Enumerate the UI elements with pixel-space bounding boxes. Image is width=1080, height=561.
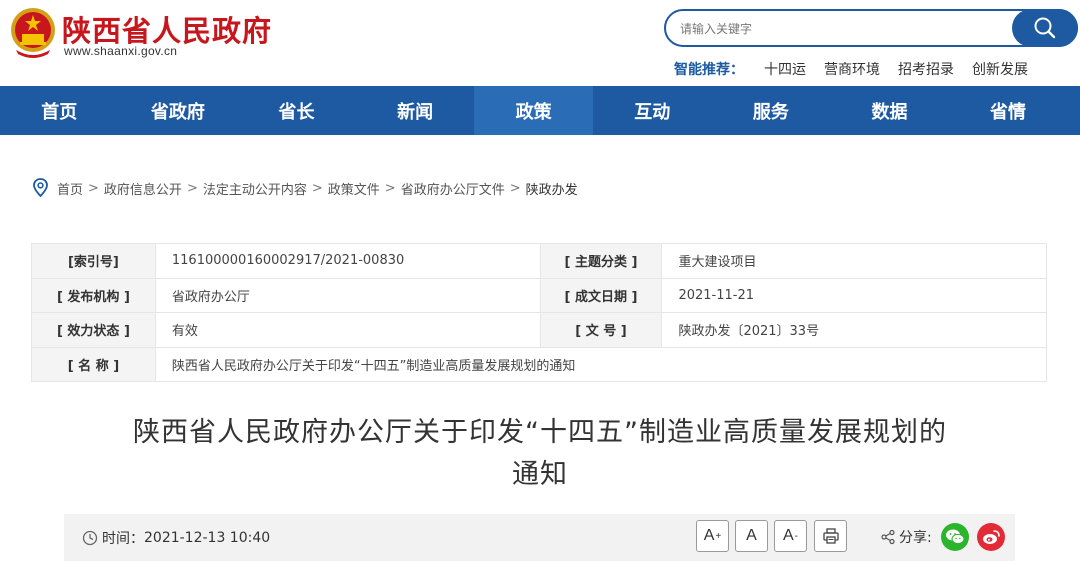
table-row: [ 效力状态 ] 有效 [ 文 号 ] 陕政办发〔2021〕33号 [31,312,1047,348]
breadcrumb-separator: > [509,180,521,196]
main-nav: 首页 省政府 省长 新闻 政策 互动 服务 数据 省情 [0,86,1080,135]
article-title: 陕西省人民政府办公厅关于印发“十四五”制造业高质量发展规划的 通知 [80,412,1000,496]
smart-recommend-label: 智能推荐： [674,62,744,78]
table-row: [ 发布机构 ] 省政府办公厅 [ 成文日期 ] 2021-11-21 [31,277,1047,313]
font-larger-label: A [703,527,715,544]
topic-category-value: 重大建设项目 [661,243,1047,279]
search-icon [1034,17,1056,39]
nav-item-news[interactable]: 新闻 [356,86,475,135]
breadcrumb-gov-info[interactable]: 政府信息公开 [104,179,182,198]
smart-link-business-environment[interactable]: 营商环境 [824,59,880,79]
font-normal-button[interactable]: A [735,520,768,552]
nav-item-provincial-government[interactable]: 省政府 [119,86,238,135]
share-icon [881,529,895,545]
font-normal-label: A [746,527,757,544]
publish-time-label: 时间： [102,531,144,547]
share-wechat-button[interactable] [941,523,969,551]
breadcrumb-statutory-content[interactable]: 法定主动公开内容 [203,179,307,198]
clock-icon [82,530,98,546]
topic-category-label: [ 主题分类 ] [539,243,663,279]
article-title-line-2: 通知 [512,459,568,490]
weibo-icon [983,530,1000,544]
share-weibo-button[interactable] [977,523,1005,551]
breadcrumb-current[interactable]: 陕政办发 [526,179,578,198]
font-smaller-button[interactable]: A- [774,520,807,552]
smart-link-recruitment[interactable]: 招考招录 [898,59,954,79]
validity-status-label: [ 效力状态 ] [31,312,156,348]
search-input[interactable] [680,19,1000,39]
breadcrumb-separator: > [384,180,396,196]
publish-time: 时间： 2021-12-13 10:40 [82,528,270,548]
nav-item-services[interactable]: 服务 [712,86,831,135]
index-number-value: 116100000160002917/2021-00830 [154,243,541,279]
nav-item-policy[interactable]: 政策 [474,86,593,135]
document-number-value: 陕政办发〔2021〕33号 [661,312,1047,348]
drafted-date-label: [ 成文日期 ] [539,277,663,313]
font-larger-button[interactable]: A + [696,520,729,552]
document-number-label: [ 文 号 ] [539,312,663,348]
table-row: [索引号] 116100000160002917/2021-00830 [ 主题… [31,243,1047,279]
search-box [664,9,1078,47]
nav-item-province-overview[interactable]: 省情 [949,86,1068,135]
issuer-value: 省政府办公厅 [154,277,541,313]
article-toolbar: 时间： 2021-12-13 10:40 A + A A- 分享: [64,514,1015,561]
font-smaller-label: A [782,527,794,544]
breadcrumb-policy-docs[interactable]: 政策文件 [328,179,380,198]
breadcrumb-separator: > [88,180,99,196]
nav-item-interaction[interactable]: 互动 [593,86,712,135]
breadcrumb: 首页 > 政府信息公开 > 法定主动公开内容 > 政策文件 > 省政府办公厅文件… [32,178,578,198]
wechat-icon [946,529,965,545]
table-row: [ 名 称 ] 陕西省人民政府办公厅关于印发“十四五”制造业高质量发展规划的通知 [31,346,1048,382]
index-number-label: [索引号] [31,243,156,279]
national-emblem-icon[interactable] [8,6,58,58]
nav-item-data[interactable]: 数据 [830,86,949,135]
site-header: 陕西省人民政府 www.shaanxi.gov.cn 智能推荐： 十四运 营商环… [0,0,1080,86]
site-url: www.shaanxi.gov.cn [64,44,178,58]
document-name-label: [ 名 称 ] [31,346,156,382]
publish-time-value: 2021-12-13 10:40 [144,530,271,546]
printer-icon [822,528,839,544]
breadcrumb-separator: > [311,180,323,196]
drafted-date-value: 2021-11-21 [661,277,1047,313]
location-pin-icon [33,178,48,198]
document-name-value: 陕西省人民政府办公厅关于印发“十四五”制造业高质量发展规划的通知 [154,346,1048,382]
font-larger-sup: + [715,530,722,542]
nav-item-home[interactable]: 首页 [0,86,119,135]
font-smaller-sup: - [794,530,798,542]
smart-link-innovation[interactable]: 创新发展 [972,59,1028,79]
breadcrumb-home[interactable]: 首页 [57,179,83,198]
share-label: 分享: [899,530,932,546]
share-area: 分享: [880,527,932,547]
article-title-line-1: 陕西省人民政府办公厅关于印发“十四五”制造业高质量发展规划的 [133,417,947,448]
breadcrumb-separator: > [186,180,198,196]
print-button[interactable] [814,520,847,552]
document-info-table: [索引号] 116100000160002917/2021-00830 [ 主题… [31,243,1048,382]
nav-item-governor[interactable]: 省长 [237,86,356,135]
smart-link-shisiyun[interactable]: 十四运 [764,59,806,79]
validity-status-value: 有效 [154,312,541,348]
breadcrumb-office-docs[interactable]: 省政府办公厅文件 [401,179,505,198]
smart-recommend-links: 十四运 营商环境 招考招录 创新发展 [764,59,1028,79]
search-button[interactable] [1012,9,1078,47]
issuer-label: [ 发布机构 ] [31,277,156,313]
